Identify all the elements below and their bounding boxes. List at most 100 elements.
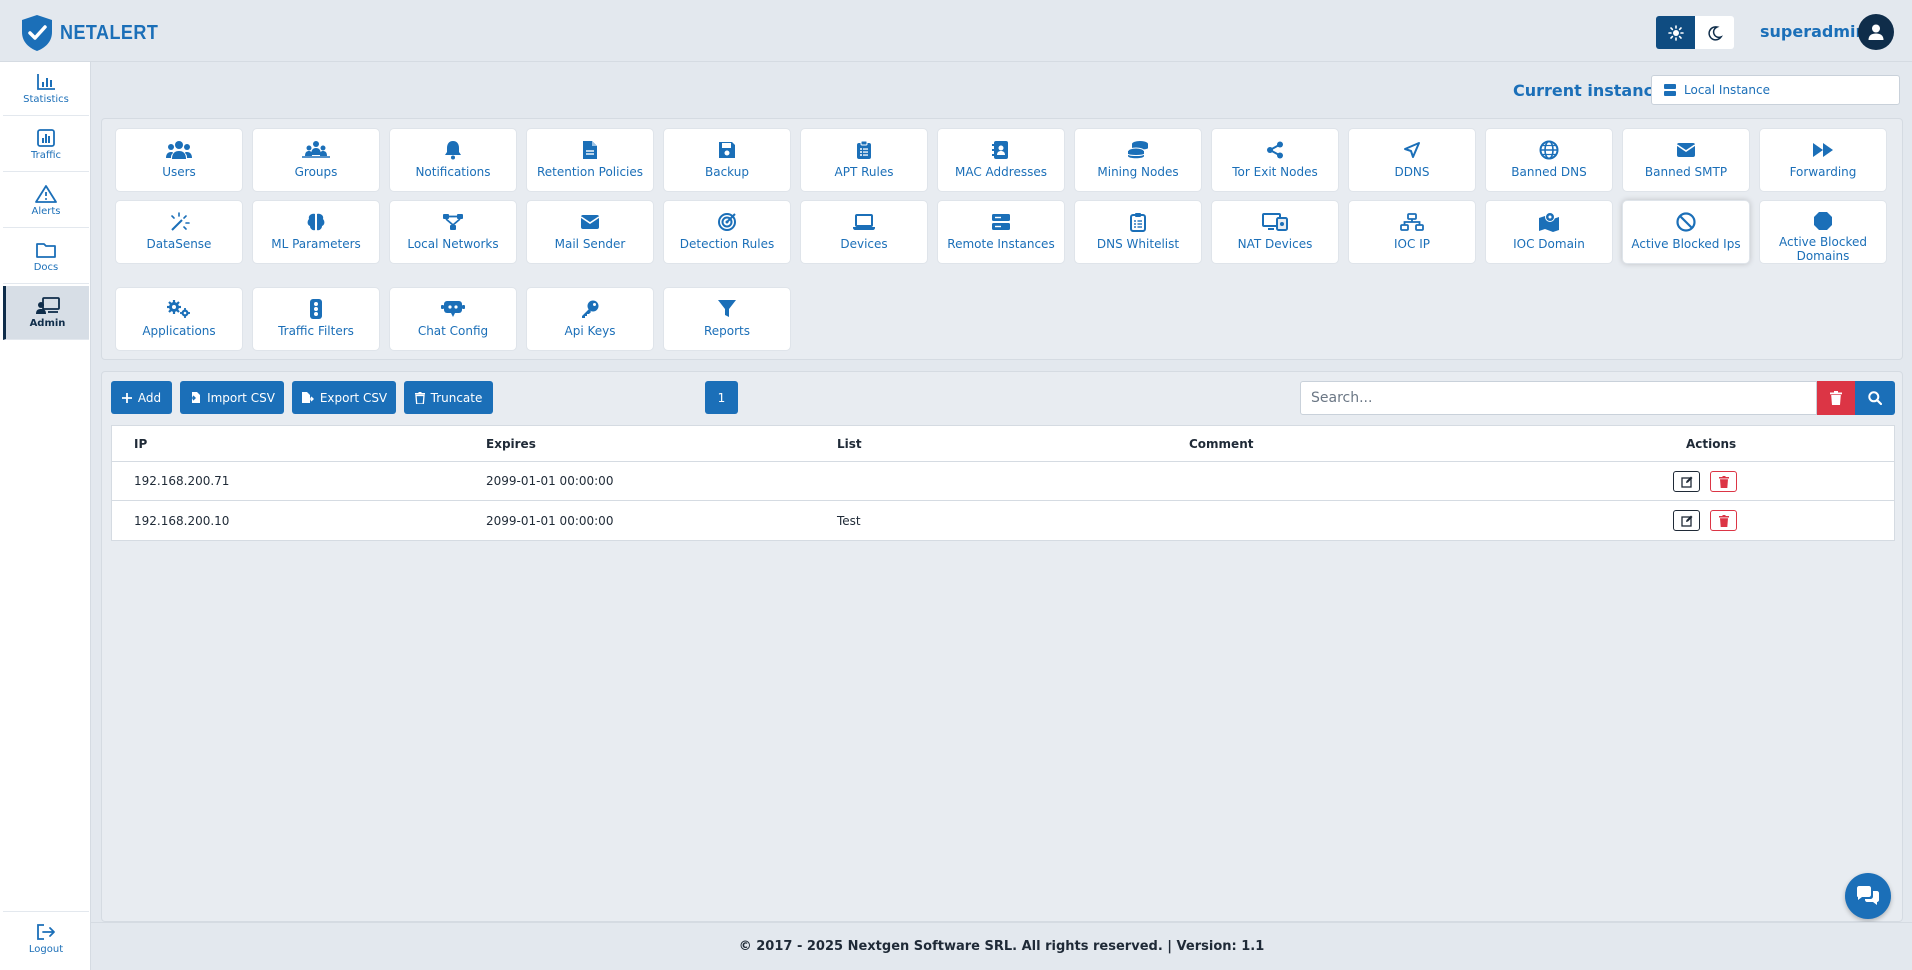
tile-label: Chat Config <box>417 324 489 338</box>
tile-active-blocked-ips[interactable]: Active Blocked Ips <box>1622 200 1750 264</box>
tile-tor-exit-nodes[interactable]: Tor Exit Nodes <box>1211 128 1339 192</box>
search-clear-button[interactable] <box>1817 381 1855 415</box>
user-icon <box>1868 24 1884 40</box>
trash-icon <box>414 391 425 404</box>
export-csv-button[interactable]: Export CSV <box>292 381 396 414</box>
chart-square-icon <box>37 128 55 147</box>
sidebar-item-alerts[interactable]: Alerts <box>3 174 89 228</box>
username[interactable]: superadmin <box>1760 22 1867 41</box>
column-header-comment[interactable]: Comment <box>1189 426 1253 461</box>
brain-icon <box>307 213 325 231</box>
tile-label: Users <box>162 165 196 179</box>
footer: © 2017 - 2025 Nextgen Software SRL. All … <box>91 922 1912 970</box>
tile-api-keys[interactable]: Api Keys <box>526 287 654 351</box>
edit-icon <box>1680 476 1692 488</box>
chat-button[interactable] <box>1845 873 1891 919</box>
tile-mac-addresses[interactable]: MAC Addresses <box>937 128 1065 192</box>
column-header-expires[interactable]: Expires <box>486 426 536 461</box>
edit-button[interactable] <box>1673 471 1700 492</box>
clipboard-list-icon <box>857 140 871 159</box>
admin-icon <box>35 296 60 314</box>
tile-traffic-filters[interactable]: Traffic Filters <box>252 287 380 351</box>
tile-reports[interactable]: Reports <box>663 287 791 351</box>
trash-icon <box>1830 391 1842 405</box>
tile-forwarding[interactable]: Forwarding <box>1759 128 1887 192</box>
globe-icon <box>1539 140 1559 160</box>
tile-label: NAT Devices <box>1237 237 1313 251</box>
tile-active-blocked-domains[interactable]: Active Blocked Domains <box>1759 200 1887 264</box>
folder-icon <box>36 242 56 258</box>
tile-label: Tor Exit Nodes <box>1232 165 1318 179</box>
sidebar-item-admin[interactable]: Admin <box>3 286 89 340</box>
user-avatar[interactable] <box>1858 14 1894 50</box>
dark-mode-button[interactable] <box>1695 16 1734 49</box>
tile-devices[interactable]: Devices <box>800 200 928 264</box>
tile-local-networks[interactable]: Local Networks <box>389 200 517 264</box>
add-label: Add <box>137 390 162 405</box>
tile-dns-whitelist[interactable]: DNS Whitelist <box>1074 200 1202 264</box>
tile-banned-smtp[interactable]: Banned SMTP <box>1622 128 1750 192</box>
truncate-button[interactable]: Truncate <box>404 381 493 414</box>
search-icon <box>1868 391 1882 405</box>
tile-label: Notifications <box>415 165 491 179</box>
sidebar-item-statistics[interactable]: Statistics <box>3 62 89 116</box>
tile-applications[interactable]: Applications <box>115 287 243 351</box>
tile-label: Detection Rules <box>679 237 775 251</box>
tile-banned-dns[interactable]: Banned DNS <box>1485 128 1613 192</box>
tile-label: Remote Instances <box>947 237 1055 251</box>
tile-label: DNS Whitelist <box>1096 237 1180 251</box>
column-header-ip[interactable]: IP <box>134 426 147 461</box>
tile-chat-config[interactable]: Chat Config <box>389 287 517 351</box>
sidebar-item-docs[interactable]: Docs <box>3 230 89 284</box>
add-button[interactable]: Add <box>111 381 172 414</box>
tile-label: Applications <box>142 324 216 338</box>
tile-label: Forwarding <box>1789 165 1857 179</box>
tile-ddns[interactable]: DDNS <box>1348 128 1476 192</box>
clipboard-check-icon <box>1130 213 1146 232</box>
tile-label: Reports <box>703 324 751 338</box>
tile-nat-devices[interactable]: NAT Devices <box>1211 200 1339 264</box>
delete-button[interactable] <box>1710 510 1737 531</box>
tile-mining-nodes[interactable]: Mining Nodes <box>1074 128 1202 192</box>
tile-backup[interactable]: Backup <box>663 128 791 192</box>
map-location-icon <box>1539 212 1559 232</box>
tile-datasense[interactable]: DataSense <box>115 200 243 264</box>
edit-button[interactable] <box>1673 510 1700 531</box>
blocked-ips-table: IP Expires List Comment Actions 192.168.… <box>111 425 1895 541</box>
theme-toggle[interactable] <box>1656 16 1734 49</box>
pagination-page-1[interactable]: 1 <box>705 381 738 414</box>
search-input[interactable]: Search... <box>1300 381 1817 415</box>
robot-chat-icon <box>441 301 465 317</box>
tile-remote-instances[interactable]: Remote Instances <box>937 200 1065 264</box>
tile-groups[interactable]: Groups <box>252 128 380 192</box>
instance-select[interactable]: Local Instance <box>1651 75 1900 105</box>
import-csv-button[interactable]: Import CSV <box>180 381 284 414</box>
search-button[interactable] <box>1855 381 1895 415</box>
coins-icon <box>1127 141 1148 159</box>
tile-apt-rules[interactable]: APT Rules <box>800 128 928 192</box>
tile-label: IOC Domain <box>1513 237 1585 251</box>
chart-bar-icon <box>37 73 55 90</box>
logout-button[interactable]: Logout <box>3 911 89 965</box>
sidebar: Statistics Traffic Alerts Docs Admin <box>0 62 91 970</box>
sidebar-item-traffic[interactable]: Traffic <box>3 118 89 172</box>
tile-ml-parameters[interactable]: ML Parameters <box>252 200 380 264</box>
light-mode-button[interactable] <box>1656 16 1695 49</box>
tile-users[interactable]: Users <box>115 128 243 192</box>
tile-ioc-ip[interactable]: IOC IP <box>1348 200 1476 264</box>
tile-detection-rules[interactable]: Detection Rules <box>663 200 791 264</box>
app-logo[interactable]: NETALERT <box>20 14 169 52</box>
tile-label: Api Keys <box>564 324 616 338</box>
instance-label: Current instance: <box>1513 81 1671 100</box>
floppy-disk-icon <box>719 142 735 158</box>
column-header-list[interactable]: List <box>837 426 862 461</box>
tile-notifications[interactable]: Notifications <box>389 128 517 192</box>
truncate-label: Truncate <box>430 390 483 405</box>
cell-expires: 2099-01-01 00:00:00 <box>486 513 614 528</box>
tile-mail-sender[interactable]: Mail Sender <box>526 200 654 264</box>
delete-button[interactable] <box>1710 471 1737 492</box>
octagon-icon <box>1814 212 1832 230</box>
tile-ioc-domain[interactable]: IOC Domain <box>1485 200 1613 264</box>
tile-retention-policies[interactable]: Retention Policies <box>526 128 654 192</box>
envelope-icon <box>580 215 600 229</box>
